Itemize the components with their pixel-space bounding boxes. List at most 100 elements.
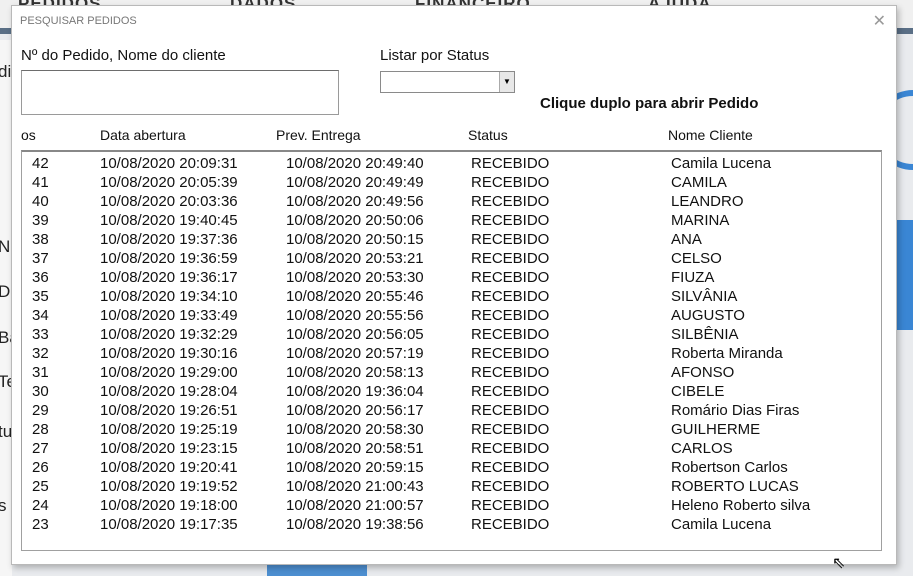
cell-prev-entrega: 10/08/2020 20:50:06 xyxy=(286,212,424,229)
cell-data-abertura: 10/08/2020 19:30:16 xyxy=(100,345,238,362)
column-header-nome-cliente[interactable]: Nome Cliente xyxy=(668,127,753,143)
cell-nome-cliente: Roberta Miranda xyxy=(671,345,783,362)
cell-prev-entrega: 10/08/2020 19:38:56 xyxy=(286,516,424,533)
cell-nome-cliente: ROBERTO LUCAS xyxy=(671,478,799,495)
cell-data-abertura: 10/08/2020 20:05:39 xyxy=(100,174,238,191)
cell-os: 26 xyxy=(32,459,49,476)
cell-data-abertura: 10/08/2020 20:03:36 xyxy=(100,193,238,210)
table-row[interactable]: 41 10/08/2020 20:05:39 10/08/2020 20:49:49… xyxy=(22,174,881,193)
table-row[interactable]: 27 10/08/2020 19:23:15 10/08/2020 20:58:51… xyxy=(22,440,881,459)
close-icon[interactable]: ✕ xyxy=(873,11,886,31)
cell-os: 33 xyxy=(32,326,49,343)
table-row[interactable]: 28 10/08/2020 19:25:19 10/08/2020 20:58:30… xyxy=(22,421,881,440)
bg-fragment: di xyxy=(0,62,12,81)
table-row[interactable]: 31 10/08/2020 19:29:00 10/08/2020 20:58:13… xyxy=(22,364,881,383)
table-row[interactable]: 42 10/08/2020 20:09:31 10/08/2020 20:49:40… xyxy=(22,155,881,174)
cell-data-abertura: 10/08/2020 19:34:10 xyxy=(100,288,238,305)
cell-os: 27 xyxy=(32,440,49,457)
table-row[interactable]: 33 10/08/2020 19:32:29 10/08/2020 20:56:05… xyxy=(22,326,881,345)
cell-status: RECEBIDO xyxy=(471,440,550,457)
cell-data-abertura: 10/08/2020 19:25:19 xyxy=(100,421,238,438)
search-orders-dialog: PESQUISAR PEDIDOS ✕ Nº do Pedido, Nome d… xyxy=(11,5,897,565)
cell-os: 28 xyxy=(32,421,49,438)
mouse-cursor-icon: ⇖ xyxy=(832,555,846,572)
cell-prev-entrega: 10/08/2020 20:53:21 xyxy=(286,250,424,267)
cell-os: 40 xyxy=(32,193,49,210)
table-row[interactable]: 34 10/08/2020 19:33:49 10/08/2020 20:55:56… xyxy=(22,307,881,326)
cell-os: 36 xyxy=(32,269,49,286)
column-header-prev-entrega[interactable]: Prev. Entrega xyxy=(276,127,361,143)
cell-data-abertura: 10/08/2020 19:33:49 xyxy=(100,307,238,324)
table-row[interactable]: 30 10/08/2020 19:28:04 10/08/2020 19:36:04… xyxy=(22,383,881,402)
cell-os: 31 xyxy=(32,364,49,381)
cell-nome-cliente: ANA xyxy=(671,231,702,248)
cell-os: 25 xyxy=(32,478,49,495)
cell-status: RECEBIDO xyxy=(471,193,550,210)
cell-data-abertura: 10/08/2020 19:36:17 xyxy=(100,269,238,286)
status-select[interactable]: ▼ xyxy=(380,71,515,93)
cell-status: RECEBIDO xyxy=(471,231,550,248)
cell-data-abertura: 10/08/2020 19:18:00 xyxy=(100,497,238,514)
table-row[interactable]: 39 10/08/2020 19:40:45 10/08/2020 20:50:06… xyxy=(22,212,881,231)
cell-os: 34 xyxy=(32,307,49,324)
cell-status: RECEBIDO xyxy=(471,478,550,495)
cell-status: RECEBIDO xyxy=(471,288,550,305)
cell-os: 24 xyxy=(32,497,49,514)
cell-prev-entrega: 10/08/2020 20:49:40 xyxy=(286,155,424,172)
table-row[interactable]: 29 10/08/2020 19:26:51 10/08/2020 20:56:17… xyxy=(22,402,881,421)
cell-prev-entrega: 10/08/2020 20:57:19 xyxy=(286,345,424,362)
cell-status: RECEBIDO xyxy=(471,212,550,229)
table-row[interactable]: 26 10/08/2020 19:20:41 10/08/2020 20:59:15… xyxy=(22,459,881,478)
cell-nome-cliente: Robertson Carlos xyxy=(671,459,788,476)
cell-nome-cliente: Camila Lucena xyxy=(671,516,772,533)
cell-nome-cliente: Romário Dias Firas xyxy=(671,402,800,419)
cell-status: RECEBIDO xyxy=(471,269,550,286)
cell-nome-cliente: CARLOS xyxy=(671,440,733,457)
cell-data-abertura: 10/08/2020 19:37:36 xyxy=(100,231,238,248)
orders-list[interactable]: 42 10/08/2020 20:09:31 10/08/2020 20:49:40… xyxy=(21,150,882,551)
cell-prev-entrega: 10/08/2020 19:36:04 xyxy=(286,383,424,400)
cell-os: 37 xyxy=(32,250,49,267)
table-row[interactable]: 36 10/08/2020 19:36:17 10/08/2020 20:53:30… xyxy=(22,269,881,288)
column-header-data-abertura[interactable]: Data abertura xyxy=(100,127,186,143)
chevron-down-icon[interactable]: ▼ xyxy=(499,72,514,92)
table-row[interactable]: 24 10/08/2020 19:18:00 10/08/2020 21:00:57… xyxy=(22,497,881,516)
cell-nome-cliente: Heleno Roberto silva xyxy=(671,497,811,514)
cell-status: RECEBIDO xyxy=(471,497,550,514)
cell-prev-entrega: 10/08/2020 20:58:30 xyxy=(286,421,424,438)
search-label: Nº do Pedido, Nome do cliente xyxy=(21,47,226,64)
cell-os: 41 xyxy=(32,174,49,191)
cell-prev-entrega: 10/08/2020 21:00:57 xyxy=(286,497,424,514)
cell-prev-entrega: 10/08/2020 20:59:15 xyxy=(286,459,424,476)
table-row[interactable]: 32 10/08/2020 19:30:16 10/08/2020 20:57:19… xyxy=(22,345,881,364)
table-row[interactable]: 35 10/08/2020 19:34:10 10/08/2020 20:55:46… xyxy=(22,288,881,307)
cell-os: 42 xyxy=(32,155,49,172)
cell-prev-entrega: 10/08/2020 20:56:17 xyxy=(286,402,424,419)
cell-nome-cliente: CELSO xyxy=(671,250,722,267)
search-input[interactable] xyxy=(21,70,339,115)
cell-prev-entrega: 10/08/2020 20:56:05 xyxy=(286,326,424,343)
bg-fragment: D xyxy=(0,282,11,301)
bg-fragment: N xyxy=(0,237,11,256)
table-row[interactable]: 37 10/08/2020 19:36:59 10/08/2020 20:53:21… xyxy=(22,250,881,269)
table-row[interactable]: 23 10/08/2020 19:17:35 10/08/2020 19:38:56… xyxy=(22,516,881,535)
cell-prev-entrega: 10/08/2020 20:53:30 xyxy=(286,269,424,286)
table-row[interactable]: 25 10/08/2020 19:19:52 10/08/2020 21:00:43… xyxy=(22,478,881,497)
cell-status: RECEBIDO xyxy=(471,459,550,476)
cell-prev-entrega: 10/08/2020 20:55:46 xyxy=(286,288,424,305)
cell-os: 35 xyxy=(32,288,49,305)
cell-nome-cliente: CAMILA xyxy=(671,174,727,191)
cell-status: RECEBIDO xyxy=(471,326,550,343)
cell-status: RECEBIDO xyxy=(471,250,550,267)
cell-nome-cliente: SILVÂNIA xyxy=(671,288,738,305)
table-row[interactable]: 40 10/08/2020 20:03:36 10/08/2020 20:49:56… xyxy=(22,193,881,212)
table-row[interactable]: 38 10/08/2020 19:37:36 10/08/2020 20:50:15… xyxy=(22,231,881,250)
double-click-hint: Clique duplo para abrir Pedido xyxy=(540,95,759,112)
cell-prev-entrega: 10/08/2020 20:50:15 xyxy=(286,231,424,248)
bg-fragment: s xyxy=(0,496,7,515)
column-header-status[interactable]: Status xyxy=(468,127,508,143)
cell-data-abertura: 10/08/2020 19:32:29 xyxy=(100,326,238,343)
cell-data-abertura: 10/08/2020 20:09:31 xyxy=(100,155,238,172)
cell-os: 39 xyxy=(32,212,49,229)
column-header-os[interactable]: os xyxy=(21,127,36,143)
